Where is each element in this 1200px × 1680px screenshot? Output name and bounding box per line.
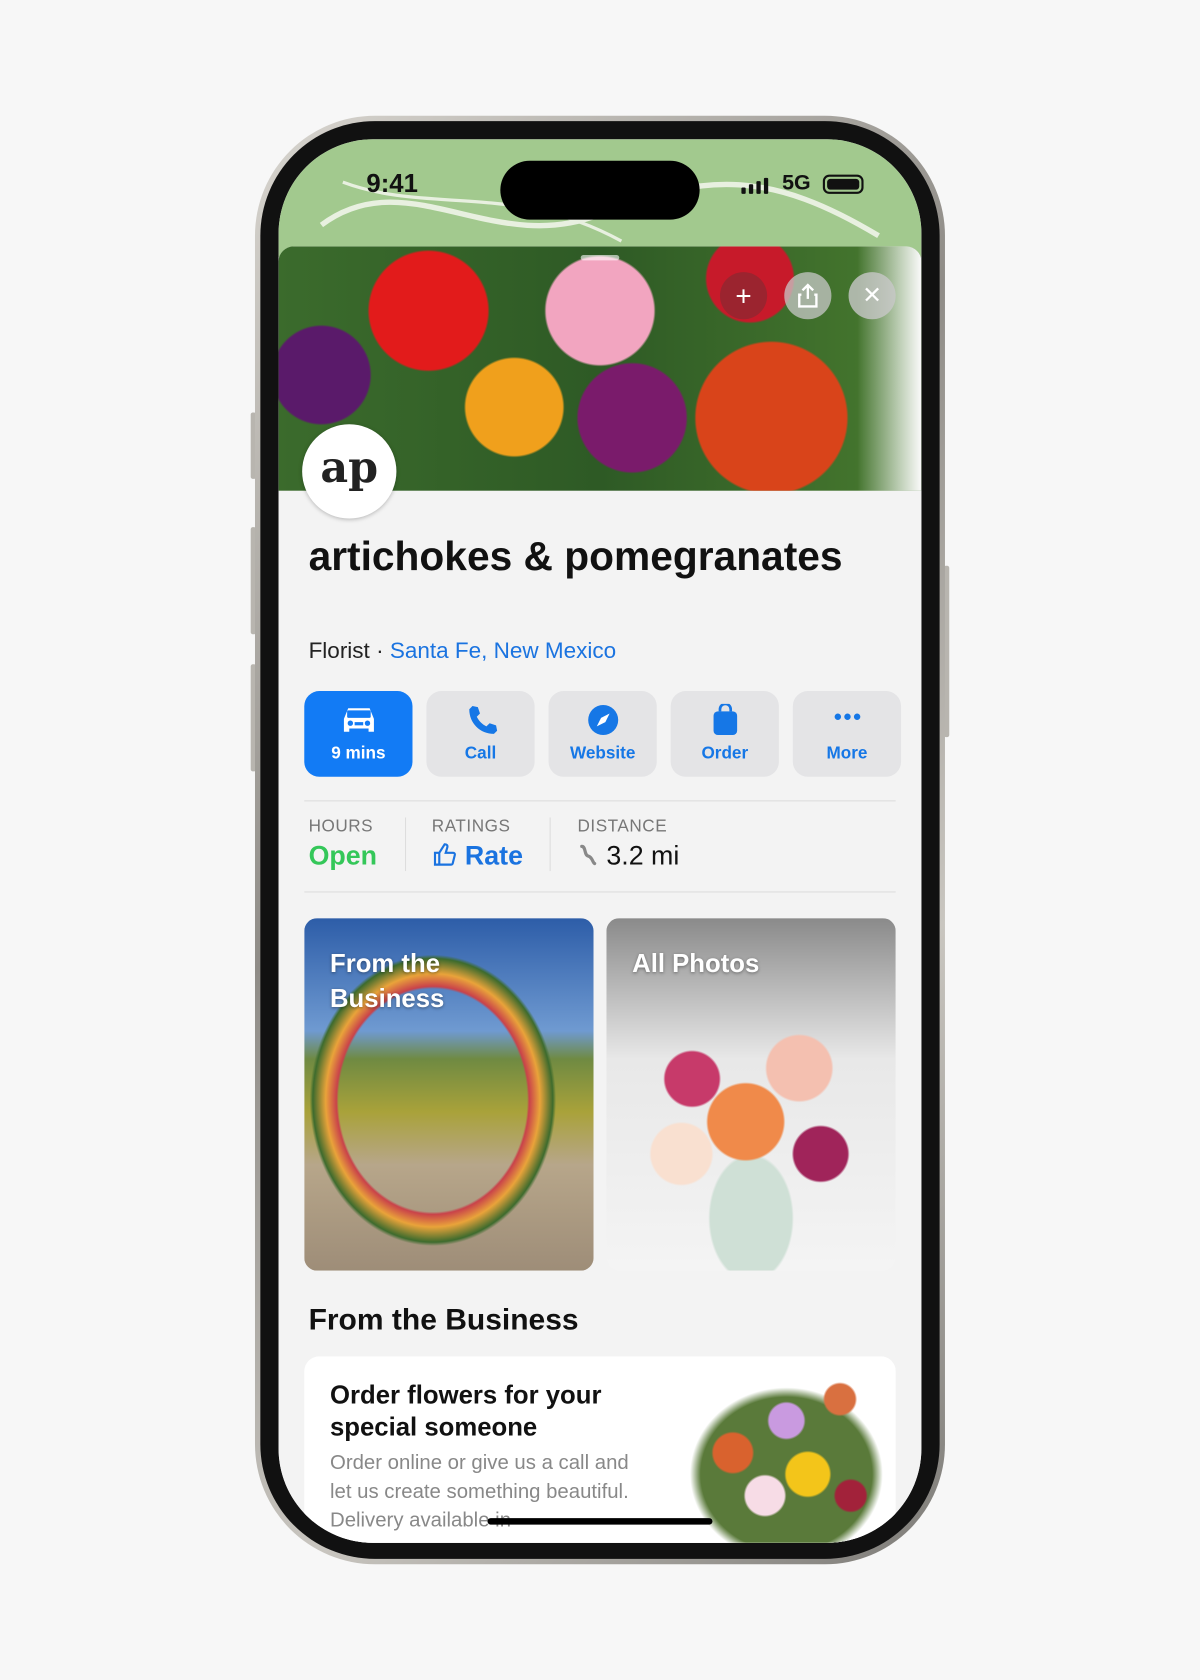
network-label: 5G [782, 171, 811, 195]
place-sheet: + ✕ ap artichokes & pomegranates Florist… [278, 246, 922, 1543]
compass-icon [587, 704, 618, 735]
card-title: Order flowers for your special someone [329, 1381, 602, 1443]
ratings-info[interactable]: RATINGS Rate [432, 817, 523, 872]
sheet-grabber[interactable] [580, 254, 620, 261]
phone-icon [468, 706, 497, 734]
website-button[interactable]: Website [548, 691, 657, 777]
distance-info: DISTANCE 3.2 mi [577, 817, 680, 872]
share-icon [798, 283, 818, 308]
car-icon [343, 708, 374, 732]
rate-link[interactable]: Rate [465, 841, 523, 871]
thumbs-up-icon [433, 843, 457, 866]
section-title: From the Business [308, 1302, 579, 1337]
share-button[interactable] [784, 272, 832, 320]
divider [304, 800, 896, 802]
hours-value: Open [308, 841, 378, 872]
photo-tile-from-business[interactable]: From the Business [304, 918, 594, 1271]
hours-info[interactable]: HOURS Open [309, 817, 377, 872]
call-button[interactable]: Call [426, 691, 535, 777]
dynamic-island [500, 160, 700, 220]
business-card[interactable]: Order flowers for your special someone O… [304, 1356, 896, 1543]
more-button[interactable]: More [792, 691, 902, 777]
route-icon [580, 844, 597, 866]
business-logo: ap [302, 424, 397, 519]
bag-icon [713, 703, 737, 735]
battery-icon [822, 174, 864, 194]
ellipsis-icon [834, 713, 860, 720]
status-time: 9:41 [366, 169, 418, 199]
divider [549, 817, 551, 872]
phone-screen: 9:41 5G + ✕ ap artichokes & pomegranates… [278, 139, 922, 1543]
card-image [657, 1356, 896, 1543]
divider [304, 891, 896, 893]
add-button[interactable]: + [719, 272, 768, 320]
action-buttons: 9 mins Call Website Order More [304, 691, 902, 777]
place-title: artichokes & pomegranates [308, 534, 843, 580]
order-button[interactable]: Order [670, 691, 779, 777]
photo-tile-all-photos[interactable]: All Photos [606, 918, 896, 1271]
close-icon: ✕ [862, 281, 882, 309]
directions-button[interactable]: 9 mins [304, 691, 413, 777]
home-indicator[interactable] [487, 1518, 713, 1525]
category-label: Florist [308, 638, 370, 664]
signal-icon [741, 177, 769, 194]
divider [404, 817, 407, 872]
plus-icon: + [735, 279, 752, 312]
place-subtitle: Florist · Santa Fe, New Mexico [308, 638, 617, 664]
close-button[interactable]: ✕ [848, 272, 896, 320]
location-link[interactable]: Santa Fe, New Mexico [390, 639, 616, 664]
